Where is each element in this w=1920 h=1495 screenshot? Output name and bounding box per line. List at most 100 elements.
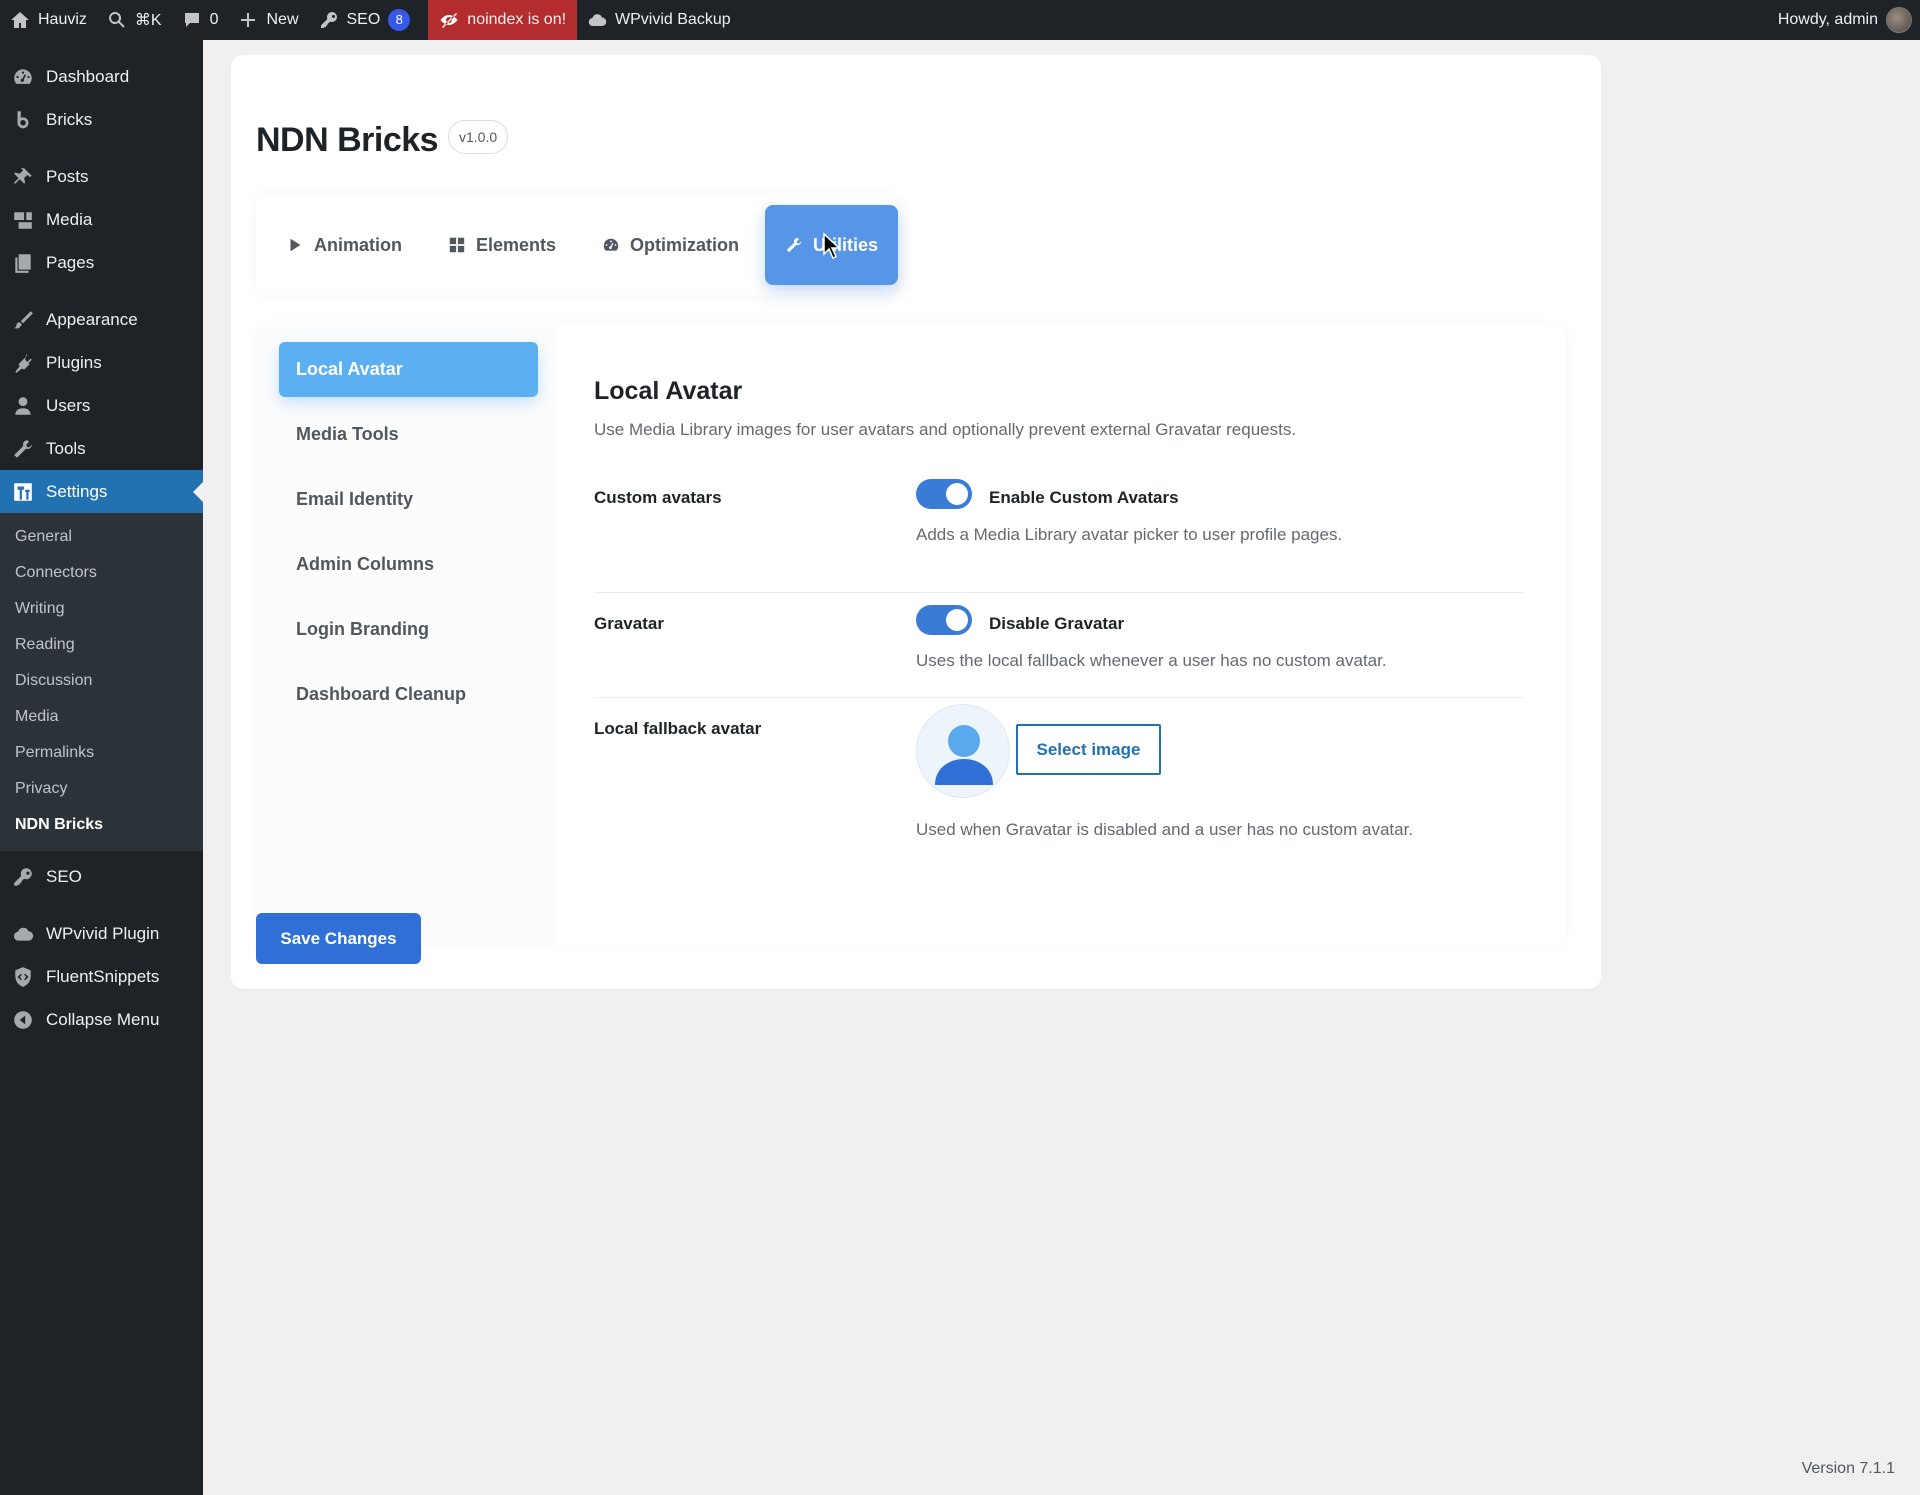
wpvivid-backup-link[interactable]: WPvivid Backup [577, 0, 741, 40]
mouse-cursor-icon [823, 232, 841, 260]
submenu-item-permalinks[interactable]: Permalinks [0, 735, 203, 771]
row-label: Gravatar [594, 614, 664, 633]
toggle-label: Enable Custom Avatars [989, 488, 1179, 507]
sidebar-item-plugins[interactable]: Plugins [0, 341, 203, 384]
sidebar-item-appearance[interactable]: Appearance [0, 298, 203, 341]
seo-link[interactable]: SEO 8 [309, 0, 421, 40]
submenu-item-writing[interactable]: Writing [0, 591, 203, 627]
tab-elements[interactable]: Elements [428, 205, 576, 285]
dashboard-icon [14, 68, 32, 84]
section-description: Use Media Library images for user avatar… [594, 420, 1297, 439]
seo-icon [320, 11, 337, 28]
comment-icon [184, 13, 199, 27]
help-text: Adds a Media Library avatar picker to us… [916, 525, 1343, 544]
account-menu[interactable]: Howdy, admin [1768, 0, 1920, 40]
site-name-link[interactable]: Hauviz [0, 0, 97, 40]
seo-icon [14, 867, 32, 886]
comments-link[interactable]: 0 [172, 0, 229, 40]
toggle-knob [946, 483, 968, 505]
home-icon [11, 12, 29, 28]
sidebar-item-dashboard[interactable]: Dashboard [0, 55, 203, 98]
toggle-knob [946, 609, 968, 631]
pin-icon [14, 167, 32, 184]
brush-icon [14, 310, 33, 329]
play-icon [290, 238, 301, 252]
subnav-local-avatar[interactable]: Local Avatar [279, 342, 538, 397]
sidebar-item-media[interactable]: Media [0, 198, 203, 241]
sidebar-item-posts[interactable]: Posts [0, 155, 203, 198]
gauge-icon [603, 238, 619, 251]
collapse-menu-button[interactable]: Collapse Menu [0, 998, 203, 1041]
select-image-button[interactable]: Select image [1016, 724, 1161, 775]
sidebar-item-seo[interactable]: SEO [0, 855, 203, 898]
subnav-email-identity[interactable]: Email Identity [279, 472, 538, 527]
fallback-avatar-row: Local fallback avatar Select image Used … [594, 704, 1524, 859]
subnav-admin-columns[interactable]: Admin Columns [279, 537, 538, 592]
user-placeholder-icon [935, 725, 993, 785]
collapse-icon [14, 1010, 32, 1029]
custom-avatars-row: Custom avatars Enable Custom Avatars Add… [594, 479, 1524, 593]
submenu-item-reading[interactable]: Reading [0, 627, 203, 663]
enable-custom-avatars-toggle[interactable] [916, 479, 972, 509]
subnav-login-branding[interactable]: Login Branding [279, 602, 538, 657]
help-text: Used when Gravatar is disabled and a use… [916, 820, 1414, 839]
cloud-icon [13, 927, 34, 941]
tab-animation[interactable]: Animation [266, 205, 422, 285]
wrench-icon [14, 439, 32, 458]
admin-bar: Hauviz ⌘K 0 New SEO 8 noindex is on! WPv… [0, 0, 1920, 40]
submenu-item-media[interactable]: Media [0, 699, 203, 735]
section-title: Local Avatar [594, 377, 743, 405]
admin-sidebar: Dashboard Bricks Posts Media Pages Appea… [0, 40, 203, 1495]
cloud-icon [588, 14, 607, 27]
toggle-label: Disable Gravatar [989, 614, 1125, 633]
user-icon [15, 396, 31, 415]
settings-card: NDN Bricks v1.0.0 Animation Elements Opt… [231, 55, 1601, 989]
wp-version: Version 7.1.1 [1801, 1460, 1895, 1477]
pages-icon [15, 253, 31, 273]
tab-optimization[interactable]: Optimization [582, 205, 759, 285]
disable-gravatar-toggle[interactable] [916, 605, 972, 635]
settings-icon [14, 482, 32, 501]
sidebar-item-users[interactable]: Users [0, 384, 203, 427]
submenu-item-discussion[interactable]: Discussion [0, 663, 203, 699]
subnav-media-tools[interactable]: Media Tools [279, 407, 538, 462]
fallback-avatar-preview [916, 704, 1010, 798]
utilities-panel: Local Avatar Media Tools Email Identity … [256, 325, 1566, 945]
sidebar-item-wpvivid[interactable]: WPvivid Plugin [0, 912, 203, 955]
avatar [1886, 7, 1912, 33]
eye-slash-icon [440, 13, 458, 28]
sidebar-item-settings[interactable]: Settings [0, 470, 203, 513]
search-icon [108, 11, 125, 28]
row-label: Local fallback avatar [594, 719, 762, 738]
local-avatar-section: Local Avatar Use Media Library images fo… [556, 325, 1566, 945]
submenu-item-ndn-bricks[interactable]: NDN Bricks [0, 807, 203, 843]
command-search[interactable]: ⌘K [97, 0, 172, 40]
row-label: Custom avatars [594, 488, 722, 507]
subnav-dashboard-cleanup[interactable]: Dashboard Cleanup [279, 667, 538, 722]
utilities-subnav: Local Avatar Media Tools Email Identity … [256, 325, 556, 945]
sidebar-item-tools[interactable]: Tools [0, 427, 203, 470]
gravatar-row: Gravatar Disable Gravatar Uses the local… [594, 593, 1524, 698]
sidebar-item-bricks[interactable]: Bricks [0, 98, 203, 141]
submenu-item-connectors[interactable]: Connectors [0, 555, 203, 591]
plus-icon [241, 13, 256, 27]
settings-submenu: General Connectors Writing Reading Discu… [0, 513, 203, 851]
version-badge: v1.0.0 [448, 120, 509, 154]
submenu-item-general[interactable]: General [0, 519, 203, 555]
wrench-icon [786, 237, 802, 253]
submenu-item-privacy[interactable]: Privacy [0, 771, 203, 807]
save-changes-button[interactable]: Save Changes [256, 913, 421, 964]
tab-bar: Animation Elements Optimization Utilitie… [256, 195, 899, 295]
page-title: NDN Bricks [256, 121, 439, 159]
sidebar-item-pages[interactable]: Pages [0, 241, 203, 284]
media-icon [14, 211, 32, 229]
grid-icon [449, 237, 465, 253]
plugin-icon [15, 353, 32, 373]
new-content-link[interactable]: New [228, 0, 308, 40]
sidebar-item-fluentsnippets[interactable]: FluentSnippets [0, 955, 203, 998]
help-text: Uses the local fallback whenever a user … [916, 651, 1387, 670]
bricks-icon [17, 110, 29, 128]
seo-count-badge: 8 [388, 9, 411, 31]
noindex-warning[interactable]: noindex is on! [428, 0, 578, 40]
shield-icon [15, 966, 31, 987]
